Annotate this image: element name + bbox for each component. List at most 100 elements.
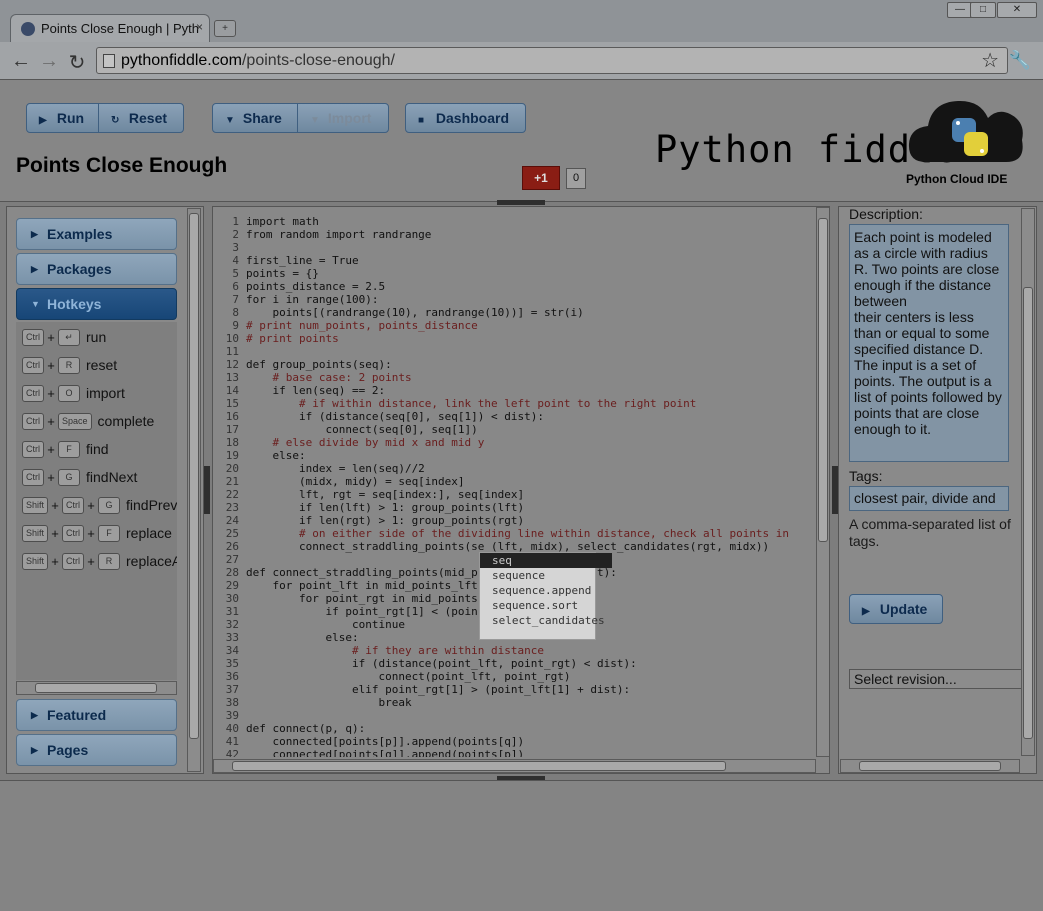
- line-number: 16: [225, 410, 239, 423]
- close-window-icon[interactable]: ✕: [997, 2, 1037, 18]
- header-resize-handle[interactable]: [497, 200, 545, 205]
- hotkey-findprev: Shift + Ctrl + GfindPrev: [22, 496, 177, 516]
- code-line[interactable]: connect(seq[0], seq[1]): [246, 423, 477, 436]
- line-number: 6: [232, 280, 239, 293]
- code-line[interactable]: index = len(seq)//2: [246, 462, 425, 475]
- revision-select[interactable]: Select revision...: [849, 669, 1024, 689]
- accordion-pages[interactable]: ▶ Pages: [16, 734, 177, 766]
- hotkeys-list: Ctrl + ↵ run Ctrl + Rreset Ctrl + Oimport Ctrl +…: [16, 322, 177, 680]
- accordion-hotkeys[interactable]: ▼ Hotkeys: [16, 288, 177, 320]
- code-line[interactable]: if len(seq) == 2:: [246, 384, 385, 397]
- code-line[interactable]: import math: [246, 215, 319, 228]
- code-line[interactable]: lft, rgt = seq[index:], seq[index]: [246, 488, 524, 501]
- autocomplete-option[interactable]: sequence.sort: [480, 598, 595, 613]
- share-button[interactable]: ▼ Share: [212, 103, 298, 133]
- code-line[interactable]: # base case: 2 points: [246, 371, 411, 384]
- accordion-label: Packages: [47, 261, 112, 277]
- autocomplete-option[interactable]: sequence.append: [480, 583, 595, 598]
- back-arrow-icon[interactable]: ←: [10, 50, 32, 73]
- scroll-thumb[interactable]: [189, 213, 199, 739]
- code-line[interactable]: from random import randrange: [246, 228, 431, 241]
- autocomplete-option[interactable]: sequence: [480, 568, 595, 583]
- scroll-thumb[interactable]: [859, 761, 1001, 771]
- code-line[interactable]: for point_lft in mid_points_lft: [246, 579, 477, 592]
- import-button[interactable]: ▼ Import: [297, 103, 389, 133]
- code-line[interactable]: elif point_rgt[1] > (point_lft[1] + dist…: [246, 683, 630, 696]
- code-line[interactable]: first_line = True: [246, 254, 359, 267]
- details-horizontal-scrollbar[interactable]: [840, 759, 1020, 773]
- left-resize-handle[interactable]: [204, 466, 210, 514]
- scroll-thumb[interactable]: [35, 683, 157, 693]
- code-line[interactable]: def connect(p, q):: [246, 722, 365, 735]
- code-line[interactable]: points = {}: [246, 267, 319, 280]
- bookmark-star-icon[interactable]: ☆: [981, 48, 999, 73]
- details-vertical-scrollbar[interactable]: [1021, 208, 1035, 756]
- code-line[interactable]: if len(rgt) > 1: group_points(rgt): [246, 514, 524, 527]
- code-line[interactable]: # print points: [246, 332, 339, 345]
- run-button[interactable]: ▶ Run: [26, 103, 99, 133]
- address-bar[interactable]: pythonfiddle.com/points-close-enough/: [96, 47, 1008, 74]
- code-area[interactable]: 1 import math 2 from random import randrang…: [213, 215, 815, 757]
- hotkey-findnext: Ctrl + GfindNext: [22, 468, 137, 488]
- editor-vertical-scrollbar[interactable]: [816, 207, 829, 757]
- accordion-packages[interactable]: ▶ Packages: [16, 253, 177, 285]
- key-cap: Ctrl: [22, 384, 44, 402]
- update-button[interactable]: ▶ Update: [849, 594, 943, 624]
- description-label: Description:: [849, 206, 923, 222]
- code-line[interactable]: connected[points[q]].append(points[p]): [246, 748, 524, 757]
- code-editor[interactable]: 1 import math 2 from random import randrang…: [212, 206, 830, 774]
- hotkeys-horizontal-scrollbar[interactable]: [16, 681, 177, 695]
- code-line[interactable]: points_distance = 2.5: [246, 280, 385, 293]
- code-line[interactable]: (midx, midy) = seq[index]: [246, 475, 465, 488]
- autocomplete-popup[interactable]: seq sequence sequence.append sequence.sort s…: [479, 552, 612, 640]
- autocomplete-option[interactable]: select_candidates: [480, 613, 605, 628]
- accordion-featured[interactable]: ▶ Featured: [16, 699, 177, 731]
- editor-horizontal-scrollbar[interactable]: [213, 759, 816, 773]
- scroll-thumb[interactable]: [1023, 287, 1033, 739]
- code-line[interactable]: points[(randrange(10), randrange(10))] =…: [246, 306, 583, 319]
- reset-button[interactable]: ↻ Reset: [98, 103, 184, 133]
- tags-input[interactable]: closest pair, divide and: [849, 486, 1009, 511]
- scroll-thumb[interactable]: [232, 761, 726, 771]
- code-line[interactable]: break: [246, 696, 411, 709]
- code-line[interactable]: for point_rgt in mid_points: [246, 592, 478, 605]
- hotkey-label: run: [86, 329, 107, 346]
- close-tab-icon[interactable]: ×: [196, 20, 203, 34]
- line-number: 29: [225, 579, 239, 592]
- code-line[interactable]: # on either side of the dividing line wi…: [246, 527, 789, 540]
- hotkey-complete: Ctrl + Space complete: [22, 412, 154, 432]
- code-line[interactable]: continue: [246, 618, 405, 631]
- code-line[interactable]: # if within distance, link the left poin…: [246, 397, 696, 410]
- python-cloud-logo-icon[interactable]: [906, 92, 1028, 172]
- code-line[interactable]: # else divide by mid x and mid y: [246, 436, 484, 449]
- code-line[interactable]: for i in range(100):: [246, 293, 378, 306]
- forward-arrow-icon[interactable]: →: [38, 50, 60, 73]
- reload-icon[interactable]: ↻: [66, 50, 88, 75]
- browser-tab[interactable]: Points Close Enough | Pyth ×: [10, 14, 210, 42]
- maximize-icon[interactable]: □: [970, 2, 996, 18]
- accordion-label: Featured: [47, 707, 107, 723]
- code-line[interactable]: else:: [246, 631, 358, 644]
- code-line[interactable]: else:: [246, 449, 305, 462]
- wrench-menu-icon[interactable]: 🔧: [1009, 50, 1031, 71]
- dashboard-icon: ■: [418, 115, 425, 126]
- description-textarea[interactable]: Each point is modeled as a circle with r…: [849, 224, 1009, 462]
- dashboard-button[interactable]: ■ Dashboard: [405, 103, 526, 133]
- hotkey-label: import: [86, 385, 125, 402]
- scroll-thumb[interactable]: [818, 218, 828, 542]
- code-line[interactable]: if point_rgt[1] < (poin: [246, 605, 477, 618]
- code-line[interactable]: if len(lft) > 1: group_points(lft): [246, 501, 524, 514]
- accordion-examples[interactable]: ▶ Examples: [16, 218, 177, 250]
- code-line[interactable]: # if they are within distance: [246, 644, 544, 657]
- sidebar-vertical-scrollbar[interactable]: [187, 208, 201, 772]
- code-line[interactable]: if (distance(point_lft, point_rgt) < dis…: [246, 657, 637, 670]
- code-line[interactable]: if (distance(seq[0], seq[1]) < dist):: [246, 410, 544, 423]
- autocomplete-option[interactable]: seq: [480, 553, 612, 568]
- google-plus-button[interactable]: +1: [522, 166, 560, 190]
- new-tab-button[interactable]: +: [214, 20, 236, 37]
- code-line[interactable]: connected[points[p]].append(points[q]): [246, 735, 524, 748]
- code-line[interactable]: # print num_points, points_distance: [246, 319, 478, 332]
- code-line[interactable]: def group_points(seq):: [246, 358, 392, 371]
- code-line[interactable]: connect(point_lft, point_rgt): [246, 670, 570, 683]
- line-number: 14: [225, 384, 239, 397]
